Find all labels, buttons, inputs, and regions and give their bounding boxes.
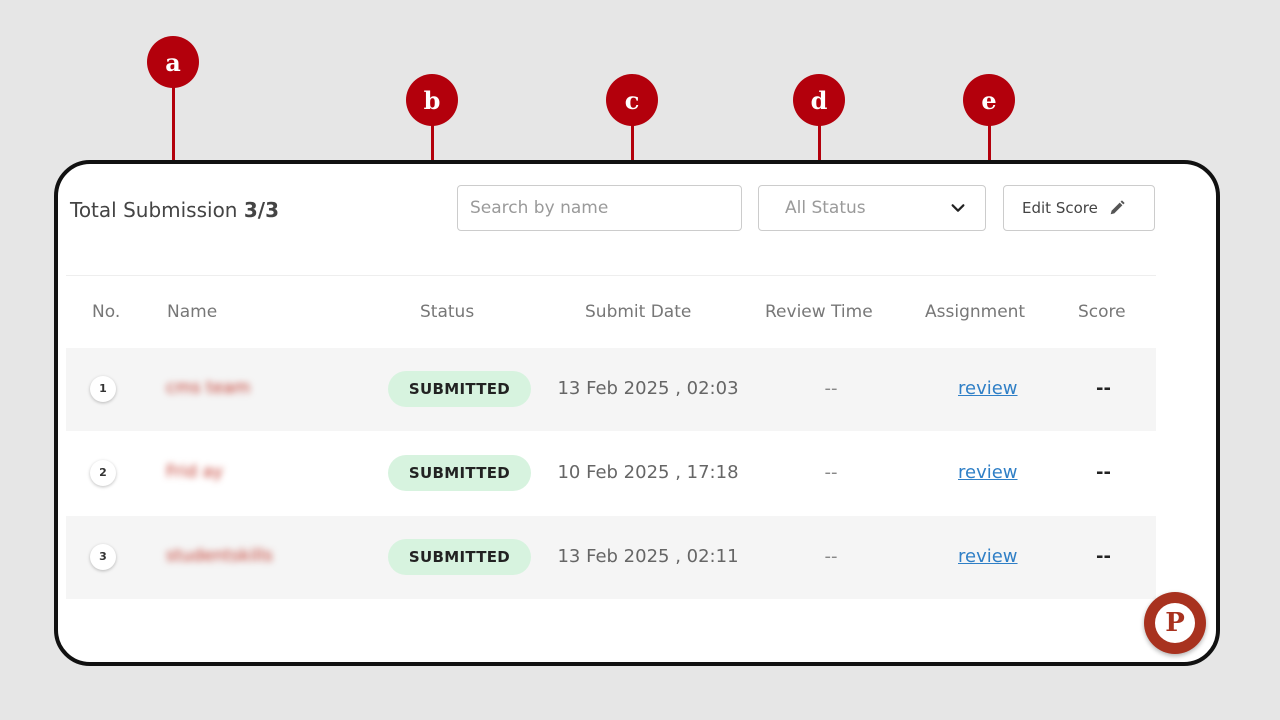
chevron-down-icon — [951, 204, 965, 212]
submission-panel: Total Submission 3/3 All Status Edit Sco… — [54, 160, 1220, 666]
pencil-icon — [1110, 200, 1125, 215]
callout-b: b — [406, 74, 458, 126]
column-header-assignment: Assignment — [925, 302, 1026, 322]
status-badge: SUBMITTED — [388, 371, 531, 407]
column-header-no: No. — [92, 302, 121, 322]
score-value: -- — [1096, 378, 1111, 399]
review-time: -- — [824, 546, 838, 567]
table-row: 1 cms team SUBMITTED 13 Feb 2025 , 02:03… — [66, 348, 1156, 432]
brand-logo: P — [1144, 592, 1206, 654]
column-header-score: Score — [1078, 302, 1126, 322]
score-value: -- — [1096, 462, 1111, 483]
edit-score-label: Edit Score — [1022, 199, 1098, 217]
review-time: -- — [824, 462, 838, 483]
callout-e: e — [963, 74, 1015, 126]
review-link[interactable]: review — [958, 546, 1018, 567]
status-badge: SUBMITTED — [388, 455, 531, 491]
callout-c: c — [606, 74, 658, 126]
column-header-review-time: Review Time — [765, 302, 873, 322]
column-header-status: Status — [420, 302, 475, 322]
student-name: studentskills — [166, 546, 273, 566]
brand-logo-letter: P — [1155, 603, 1195, 643]
table-row: 2 Frid ay SUBMITTED 10 Feb 2025 , 17:18 … — [66, 432, 1156, 516]
student-name: Frid ay — [166, 462, 223, 482]
review-time: -- — [824, 378, 838, 399]
total-submission-label: Total Submission — [70, 198, 238, 222]
review-link[interactable]: review — [958, 378, 1018, 399]
edit-score-button[interactable]: Edit Score — [1003, 185, 1155, 231]
total-submission-count: 3/3 — [243, 198, 279, 222]
review-link[interactable]: review — [958, 462, 1018, 483]
submit-date: 13 Feb 2025 , 02:03 — [557, 378, 739, 399]
row-number: 2 — [90, 460, 116, 486]
table-row: 3 studentskills SUBMITTED 13 Feb 2025 , … — [66, 516, 1156, 600]
row-number: 1 — [90, 376, 116, 402]
submit-date: 13 Feb 2025 , 02:11 — [557, 546, 739, 567]
student-name: cms team — [166, 378, 251, 398]
search-input[interactable] — [457, 185, 742, 231]
column-header-name: Name — [167, 302, 218, 322]
callout-d: d — [793, 74, 845, 126]
row-number: 3 — [90, 544, 116, 570]
score-value: -- — [1096, 546, 1111, 567]
column-header-submit-date: Submit Date — [585, 302, 692, 322]
callout-a: a — [147, 36, 199, 88]
status-filter-select[interactable]: All Status — [758, 185, 986, 231]
submit-date: 10 Feb 2025 , 17:18 — [557, 462, 739, 483]
status-badge: SUBMITTED — [388, 539, 531, 575]
total-submission: Total Submission 3/3 — [70, 198, 279, 222]
submissions-table: No. Name Status Submit Date Review Time … — [66, 275, 1156, 600]
table-header: No. Name Status Submit Date Review Time … — [66, 276, 1156, 348]
status-filter-value: All Status — [785, 198, 866, 218]
